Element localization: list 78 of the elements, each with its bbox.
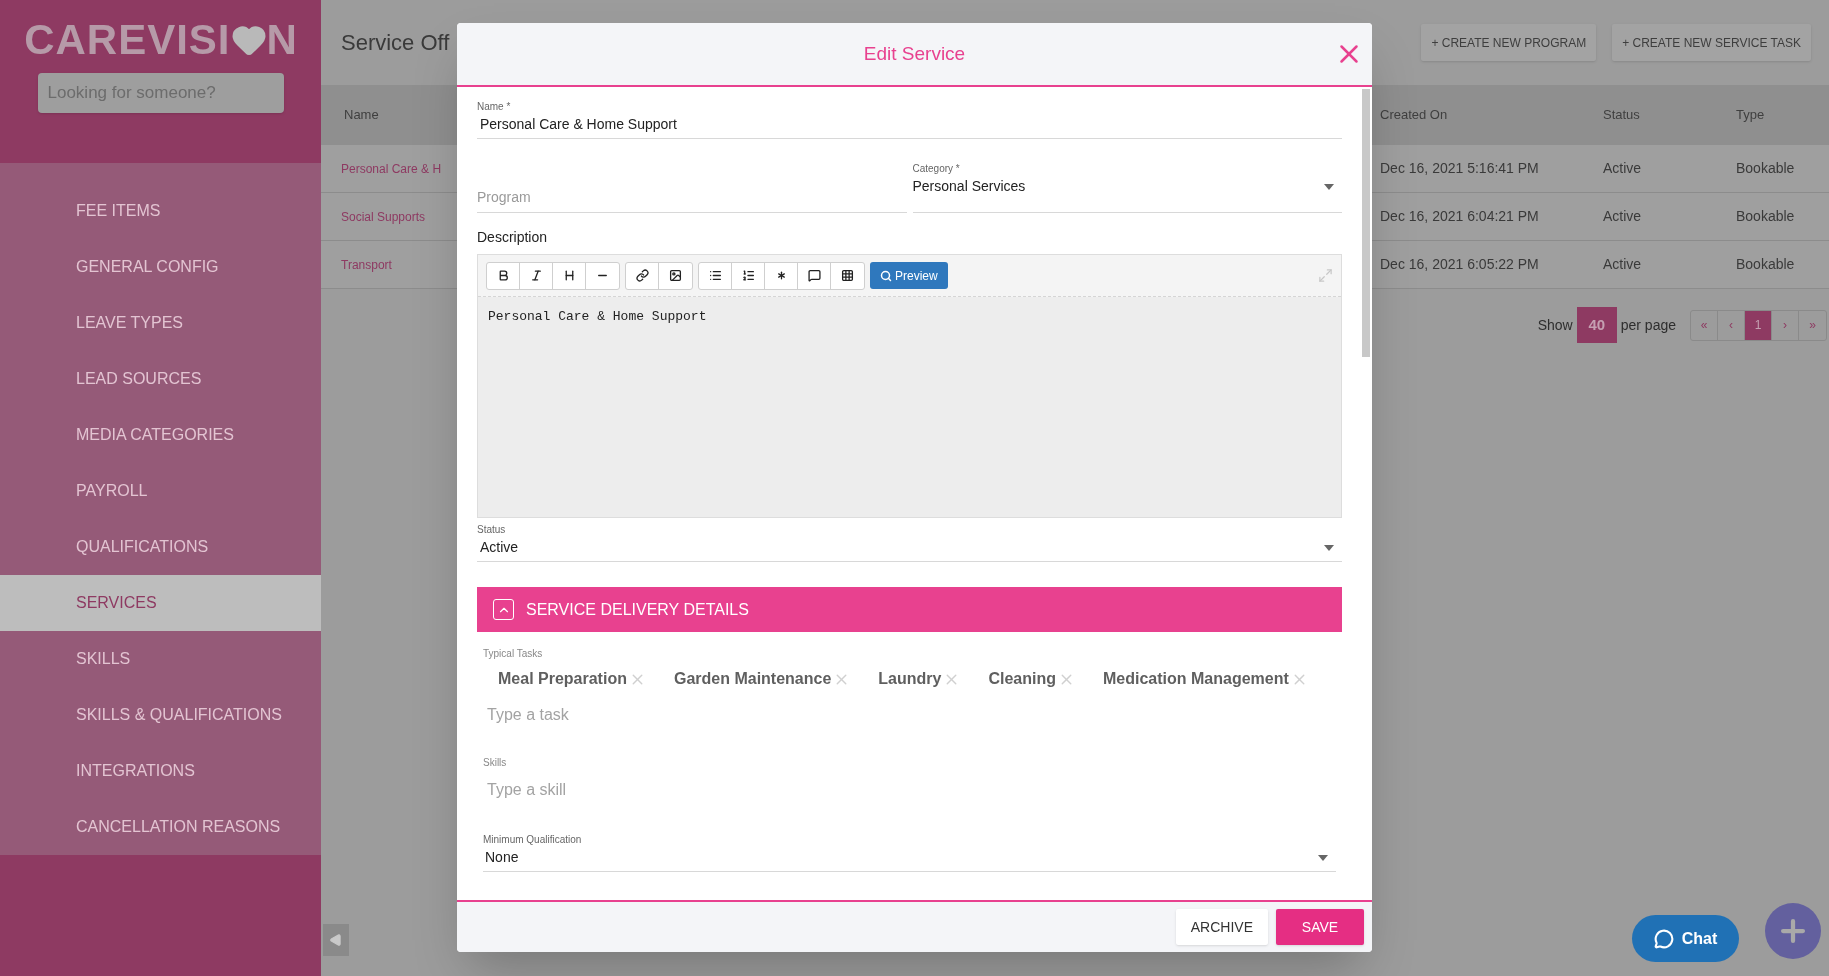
status-select[interactable]: Status Active: [477, 522, 1342, 562]
show-label: Show: [1537, 315, 1573, 335]
task-tag: Laundry: [878, 667, 942, 691]
section-header[interactable]: SERVICE DELIVERY DETAILS: [477, 587, 1342, 632]
table-cell-text: Bookable: [1736, 159, 1795, 178]
nav-item[interactable]: GENERAL CONFIG: [0, 239, 321, 295]
chat-button[interactable]: Chat: [1632, 915, 1739, 962]
field-label: Typical Tasks: [483, 647, 544, 661]
scrollbar-thumb[interactable]: [1362, 89, 1370, 357]
dropdown-caret-icon: [1324, 544, 1334, 551]
table-cell-text: Active: [1603, 255, 1643, 274]
bulleted-list-icon: [708, 269, 722, 282]
nav-item[interactable]: SERVICES: [0, 575, 321, 631]
left-triangle-icon: [329, 933, 343, 947]
nav-item[interactable]: INTEGRATIONS: [0, 743, 321, 799]
nav-item[interactable]: MEDIA CATEGORIES: [0, 407, 321, 463]
table-cell[interactable]: Personal Care & H: [341, 159, 454, 178]
page-button[interactable]: ›: [1772, 310, 1799, 340]
logo: CAREVISI N: [24, 15, 297, 65]
column-header: Created On: [1380, 106, 1449, 125]
search-icon: [880, 269, 892, 282]
add-button[interactable]: [1765, 903, 1821, 959]
table-cell-text: Dec 16, 2021 6:04:21 PM: [1380, 207, 1540, 226]
category-select[interactable]: Category * Personal Services: [912, 161, 1342, 213]
grid-icon: [841, 269, 854, 282]
nav-item[interactable]: LEAVE TYPES: [0, 295, 321, 351]
task-tag: Medication Management: [1103, 667, 1289, 691]
archive-button[interactable]: ARCHIVE: [1175, 909, 1268, 945]
description-label: Description: [477, 228, 549, 247]
link-icon: [635, 269, 649, 282]
field-label: Skills: [483, 756, 508, 770]
table-cell[interactable]: Social Supports: [341, 207, 454, 226]
preview-button[interactable]: Preview: [870, 262, 948, 289]
qualification-select[interactable]: Minimum Qualification None: [483, 832, 1336, 872]
table-cell-text: Dec 16, 2021 6:05:22 PM: [1380, 255, 1540, 274]
image-icon: [669, 269, 682, 282]
nav-item[interactable]: SKILLS & QUALIFICATIONS: [0, 687, 321, 743]
chevron-up-icon: [493, 599, 514, 620]
program-field[interactable]: Program: [477, 179, 907, 213]
nav-item[interactable]: QUALIFICATIONS: [0, 519, 321, 575]
create-button[interactable]: + CREATE NEW SERVICE TASK: [1612, 24, 1811, 61]
dropdown-caret-icon: [1318, 854, 1328, 861]
nav-item[interactable]: LEAD SOURCES: [0, 351, 321, 407]
table-cell-text: Active: [1603, 159, 1643, 178]
collapse-sidebar-button[interactable]: [323, 924, 349, 956]
name-field[interactable]: Name * Personal Care & Home Support: [477, 99, 1342, 139]
speech-bubble-icon: [807, 269, 821, 282]
save-button[interactable]: SAVE: [1276, 909, 1364, 945]
nav-item[interactable]: SKILLS: [0, 631, 321, 687]
task-tag: Meal Preparation: [498, 667, 627, 691]
numbered-list-icon: [741, 269, 755, 282]
create-button[interactable]: + CREATE NEW PROGRAM: [1421, 24, 1597, 61]
table-cell-text: Dec 16, 2021 5:16:41 PM: [1380, 159, 1540, 178]
nav-item[interactable]: CANCELLATION REASONS: [0, 799, 321, 855]
dropdown-caret-icon: [1324, 183, 1334, 190]
table-cell[interactable]: Transport: [341, 255, 454, 274]
per-page-value[interactable]: 40: [1576, 307, 1617, 343]
page-button[interactable]: »: [1799, 310, 1826, 340]
task-tag: Cleaning: [988, 667, 1056, 691]
column-header: Name: [344, 106, 380, 125]
dialog-title: Edit Service: [863, 41, 966, 66]
per-page-label: per page: [1620, 315, 1676, 335]
page-button[interactable]: 1: [1745, 310, 1772, 340]
page-title: Service Off: [341, 29, 450, 57]
nav-item[interactable]: PAYROLL: [0, 463, 321, 519]
column-header: Status: [1603, 106, 1641, 125]
italic-icon: [529, 269, 543, 282]
column-header: Type: [1736, 106, 1765, 125]
task-tag: Garden Maintenance: [673, 667, 832, 691]
description-editor[interactable]: Personal Care & Home Support: [478, 297, 1341, 517]
table-cell-text: Bookable: [1736, 207, 1795, 226]
page-button[interactable]: «: [1691, 310, 1718, 340]
speech-bubble-icon: [1653, 928, 1674, 949]
nav-item[interactable]: FEE ITEMS: [0, 183, 321, 239]
table-cell-text: Bookable: [1736, 255, 1795, 274]
skill-input[interactable]: Type a skill: [487, 776, 887, 804]
task-input[interactable]: Type a task: [487, 701, 887, 729]
table-cell-text: Active: [1603, 207, 1643, 226]
